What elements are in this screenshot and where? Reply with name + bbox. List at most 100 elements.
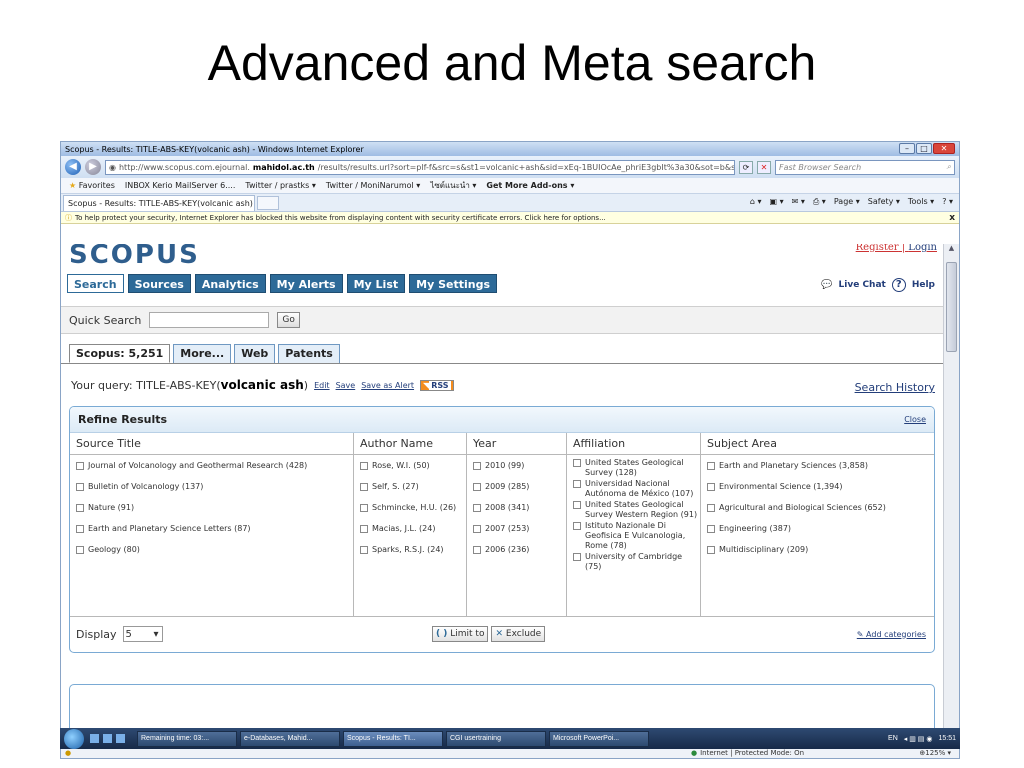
refine-option[interactable]: 2009 (285) — [473, 479, 566, 500]
refine-option[interactable]: Engineering (387) — [707, 521, 934, 542]
taskbar-item-cgi[interactable]: CGI usertraining — [446, 730, 546, 747]
new-tab-button[interactable] — [257, 195, 279, 210]
tab-more[interactable]: More... — [173, 344, 232, 363]
refine-option[interactable]: Macias, J.L. (24) — [360, 521, 466, 542]
checkbox[interactable] — [360, 483, 368, 491]
scopus-logo[interactable]: SCOPUS — [69, 244, 200, 270]
refine-option[interactable]: 2007 (253) — [473, 521, 566, 542]
checkbox[interactable] — [573, 501, 581, 509]
taskbar-item-powerpoint[interactable]: Microsoft PowerPoi... — [549, 730, 649, 747]
taskbar-item-edatabases[interactable]: e-Databases, Mahid... — [240, 730, 340, 747]
checkbox[interactable] — [76, 525, 84, 533]
edit-query-link[interactable]: Edit — [314, 381, 330, 390]
nav-analytics[interactable]: Analytics — [194, 274, 266, 293]
favorite-link-inbox[interactable]: INBOX Kerio MailServer 6.... — [125, 181, 236, 190]
refine-option[interactable]: Schmincke, H.U. (26) — [360, 500, 466, 521]
ie-quicklaunch-icon[interactable] — [90, 734, 99, 743]
help-circle-icon[interactable]: ? — [891, 278, 906, 292]
scroll-thumb[interactable] — [946, 262, 957, 352]
taskbar-item-timer[interactable]: Remaining time: 03:... — [137, 730, 237, 747]
checkbox[interactable] — [707, 525, 715, 533]
tab-web[interactable]: Web — [234, 344, 276, 363]
refine-option[interactable]: 2010 (99) — [473, 458, 566, 479]
save-alert-link[interactable]: Save as Alert — [361, 381, 414, 390]
checkbox[interactable] — [76, 546, 84, 554]
refine-option[interactable]: United States Geological Survey (128) — [573, 458, 700, 478]
desktop-quicklaunch-icon[interactable] — [116, 734, 125, 743]
checkbox[interactable] — [76, 504, 84, 512]
refresh-icon[interactable]: ⟳ — [739, 160, 753, 174]
favorite-link-addons[interactable]: Get More Add-ons ▾ — [486, 181, 574, 190]
zoom-level[interactable]: ⊕125% ▾ — [919, 749, 951, 757]
register-link[interactable]: Register — [856, 244, 899, 253]
nav-my-list[interactable]: My List — [346, 274, 406, 293]
minimize-button[interactable]: – — [899, 143, 915, 154]
close-window-button[interactable]: ✕ — [933, 143, 955, 154]
go-button[interactable]: Go — [277, 312, 300, 328]
mail-icon[interactable]: ✉ ▾ — [792, 197, 805, 207]
rss-button[interactable]: ◥ RSS — [420, 379, 454, 391]
refine-option[interactable]: University of Cambridge (75) — [573, 552, 700, 572]
refine-option[interactable]: Bulletin of Volcanology (137) — [76, 479, 353, 500]
refine-option[interactable]: Nature (91) — [76, 500, 353, 521]
refine-option[interactable]: Self, S. (27) — [360, 479, 466, 500]
favorite-link-twitter-prastks[interactable]: Twitter / prastks ▾ — [245, 181, 316, 190]
refine-option[interactable]: Geology (80) — [76, 542, 353, 563]
security-zone[interactable]: ● Internet | Protected Mode: On — [691, 749, 804, 757]
print-icon[interactable]: ⎙ ▾ — [813, 197, 826, 207]
taskbar-item-scopus[interactable]: Scopus - Results: TI... — [343, 730, 443, 747]
checkbox[interactable] — [360, 462, 368, 470]
refine-option[interactable]: Environmental Science (1,394) — [707, 479, 934, 500]
quick-search-input[interactable] — [149, 312, 270, 328]
checkbox[interactable] — [473, 462, 481, 470]
tab-scopus[interactable]: Scopus: 5,251 — [69, 344, 171, 363]
live-chat-icon[interactable]: 💬 — [821, 280, 832, 290]
favorite-link-suggested[interactable]: ไซต์แนะนำ ▾ — [430, 179, 476, 192]
nav-my-alerts[interactable]: My Alerts — [269, 274, 343, 293]
exclude-button[interactable]: ✕ Exclude — [491, 626, 546, 642]
refine-option[interactable]: Journal of Volcanology and Geothermal Re… — [76, 458, 353, 479]
stop-icon[interactable]: ✕ — [757, 160, 771, 174]
checkbox[interactable] — [707, 462, 715, 470]
checkbox[interactable] — [76, 462, 84, 470]
favorite-link-twitter-moni[interactable]: Twitter / MoniNarumol ▾ — [326, 181, 420, 190]
browser-search-box[interactable]: Fast Browser Search ⌕ — [775, 159, 955, 175]
nav-sources[interactable]: Sources — [127, 274, 191, 293]
page-menu[interactable]: Page ▾ — [834, 197, 860, 207]
maximize-button[interactable]: □ — [916, 143, 932, 154]
save-query-link[interactable]: Save — [336, 381, 356, 390]
tab-patents[interactable]: Patents — [278, 344, 340, 363]
refine-option[interactable]: 2008 (341) — [473, 500, 566, 521]
checkbox[interactable] — [573, 459, 581, 467]
vertical-scrollbar[interactable]: ▲ ▼ — [943, 244, 959, 744]
folder-quicklaunch-icon[interactable] — [103, 734, 112, 743]
favorites-button[interactable]: ★ Favorites — [69, 181, 115, 190]
checkbox[interactable] — [707, 483, 715, 491]
refine-option[interactable]: Agricultural and Biological Sciences (65… — [707, 500, 934, 521]
checkbox[interactable] — [473, 483, 481, 491]
nav-search[interactable]: Search — [67, 274, 124, 293]
scroll-up-icon[interactable]: ▲ — [944, 244, 959, 256]
checkbox[interactable] — [76, 483, 84, 491]
refine-option[interactable]: Universidad Nacional Autónoma de México … — [573, 479, 700, 499]
display-count-select[interactable]: 5 ▾ — [122, 626, 163, 642]
checkbox[interactable] — [360, 525, 368, 533]
help-icon[interactable]: ? ▾ — [942, 197, 953, 207]
language-indicator[interactable]: EN — [888, 735, 898, 743]
live-chat-link[interactable]: Live Chat — [839, 280, 886, 290]
refine-option[interactable]: Sparks, R.S.J. (24) — [360, 542, 466, 563]
back-button[interactable]: ◀ — [65, 159, 81, 175]
tools-menu[interactable]: Tools ▾ — [908, 197, 934, 207]
clock[interactable]: 15:51 — [938, 735, 956, 743]
login-link[interactable]: Login — [908, 244, 937, 253]
home-icon[interactable]: ⌂ ▾ — [750, 197, 762, 207]
search-icon[interactable]: ⌕ — [947, 162, 951, 172]
add-categories-link[interactable]: ✎ Add categories — [857, 630, 926, 639]
checkbox[interactable] — [573, 553, 581, 561]
checkbox[interactable] — [573, 480, 581, 488]
tray-icons[interactable]: ◂ ▥ ▤ ◉ — [904, 735, 933, 743]
refine-option[interactable]: Istituto Nazionale Di Geofisica E Vulcan… — [573, 521, 700, 551]
refine-option[interactable]: Earth and Planetary Science Letters (87) — [76, 521, 353, 542]
nav-my-settings[interactable]: My Settings — [409, 274, 498, 293]
address-bar[interactable]: ◉ http://www.scopus.com.ejournal. mahidol… — [105, 159, 735, 175]
